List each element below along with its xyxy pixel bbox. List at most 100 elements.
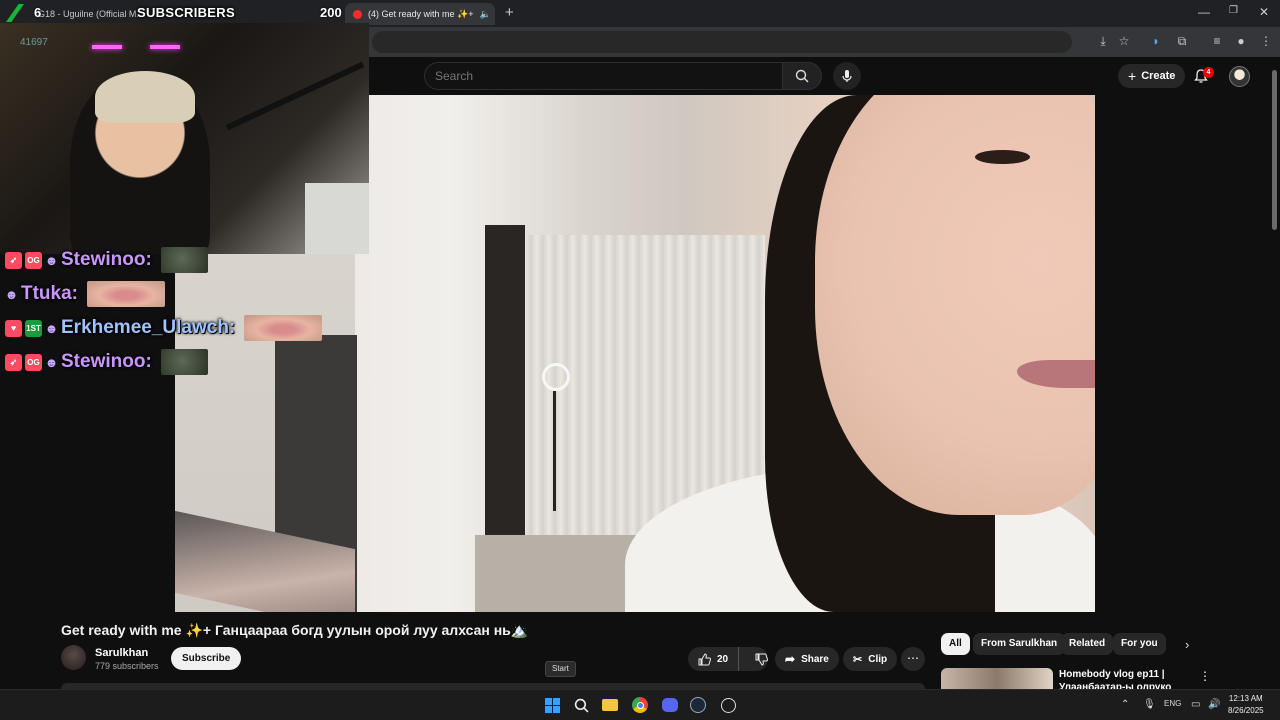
chat-username: Erkhemee_Ulawch: [61,317,236,338]
tab-label: (4) Get ready with me ✨+ [368,8,474,19]
scrollbar-thumb[interactable] [1272,70,1277,230]
tray-microphone-icon[interactable]: 🎙 [1143,699,1156,710]
video-ring-light [542,363,570,391]
clock-date: 8/26/2025 [1228,706,1264,715]
windows-logo-icon [544,697,560,713]
chat-username: Stewinoo: [61,351,152,372]
chat-username: Stewinoo: [61,249,152,270]
neon-light [150,45,180,49]
minimize-button[interactable]: — [1198,5,1210,19]
extensions-puzzle-icon[interactable]: ⧉ [1174,33,1190,49]
tray-chevron-icon[interactable]: ⌃ [1121,699,1129,710]
chrome-icon[interactable] [630,695,650,715]
tab-youtube-video[interactable]: (4) Get ready with me ✨+ 🔈 ✕ [345,3,495,25]
chip-related[interactable]: Related [1061,633,1114,655]
streamer-webcam: 41697 [0,23,369,254]
neon-light [92,45,122,49]
viewer-count: 41697 [20,37,48,48]
recommendation-title[interactable]: Homebody vlog ep11 | Улаанбаатар-ы олрук… [1059,668,1189,690]
share-label: Share [801,653,829,665]
file-explorer-icon[interactable] [600,695,620,715]
voice-search-button[interactable] [833,62,861,90]
like-dislike-group: 20 [688,647,769,671]
chat-message: ➶ OG ☻ Stewinoo: [5,349,208,375]
search-icon [574,698,588,712]
channel-name[interactable]: Sarulkhan [95,647,148,659]
search-input[interactable] [424,62,782,90]
windows-taskbar: ⌃ 🎙 ENG ▭ 🔊 12:13 AM 8/26/2025 [0,689,1280,720]
create-label: Create [1141,70,1176,82]
screen: G18 - Uguilne (Official M... (4) Get rea… [0,0,1280,720]
profile-icon[interactable]: ● [1233,33,1249,49]
system-clock[interactable]: 12:13 AM 8/26/2025 [1228,693,1264,717]
start-tooltip: Start [545,661,576,677]
recommendation-menu-icon[interactable]: ⋮ [1199,669,1211,683]
install-app-icon[interactable]: ⤓ [1095,33,1111,49]
video-face [815,95,1095,515]
create-button[interactable]: + Create [1118,64,1186,88]
close-window-button[interactable]: ✕ [1259,5,1269,19]
more-actions-button[interactable]: ⋯ [901,647,925,671]
cat-badge-icon: ☻ [44,320,59,336]
clip-button[interactable]: ✂ Clip [843,647,898,671]
sub-goal-target: 200 [320,5,342,20]
steam-icon[interactable] [688,695,708,715]
rocket-badge-icon: ➶ [5,251,22,269]
mic-arm [225,61,365,131]
page-scrollbar[interactable] [1270,60,1278,688]
account-avatar[interactable] [1229,66,1250,87]
frog-emote [160,247,208,273]
volume-icon[interactable]: 🔊 [1208,699,1220,710]
youtube-favicon-icon [353,9,362,19]
network-icon[interactable]: ▭ [1191,699,1200,710]
restore-button[interactable]: ❐ [1229,5,1238,16]
like-count: 20 [717,653,729,665]
chip-all[interactable]: All [941,633,970,655]
tab-audio-icon[interactable]: 🔈 [480,9,491,20]
cat-badge-icon: ☻ [4,286,19,302]
air-purifier [305,183,369,254]
cat-badge-icon: ☻ [44,252,59,268]
sub-goal-bar: 6 SUBSCRIBERS 200 [0,4,345,22]
chat-message: ➶ OG ☻ Stewinoo: [5,247,208,273]
new-tab-button[interactable]: + [505,4,514,21]
discord-icon[interactable] [660,695,680,715]
lips-emote [244,315,323,341]
dislike-button[interactable] [745,647,778,671]
chat-message: ♥ 1ST ☻ Erkhemee_Ulawch: [5,315,323,341]
search-icon [795,69,809,83]
like-button[interactable]: 20 [688,647,740,671]
og-badge: OG [25,251,42,269]
chip-from-channel[interactable]: From Sarulkhan [973,633,1066,655]
sub-goal-progress-icon [6,4,24,22]
extension-audio-icon[interactable]: ◗ [1148,33,1164,49]
app-icon[interactable] [718,695,738,715]
chip-for-you[interactable]: For you [1113,633,1166,655]
bookmark-star-icon[interactable]: ☆ [1116,33,1132,49]
language-indicator[interactable]: ENG [1164,699,1181,708]
browser-menu-icon[interactable]: ⋮ [1258,33,1274,49]
share-button[interactable]: ➦ Share [775,647,839,671]
channel-avatar[interactable] [61,645,86,670]
share-arrow-icon: ➦ [785,652,796,666]
thumbs-down-icon [755,653,769,666]
address-bar[interactable] [372,31,1072,53]
recommendation-thumbnail[interactable] [941,668,1053,690]
more-dots-icon: ⋯ [907,651,919,665]
og-badge: OG [25,353,42,371]
chevron-right-icon[interactable]: › [1185,637,1189,652]
media-controls-icon[interactable]: ≡ [1209,33,1225,49]
subscribe-button[interactable]: Subscribe [171,647,242,670]
microphone-icon [842,70,852,82]
notification-count-badge: 4 [1203,67,1214,78]
search-button[interactable] [782,62,822,90]
taskbar-search-button[interactable] [571,695,591,715]
plus-icon: + [1128,68,1137,84]
tier-badge: 1ST [25,319,42,337]
sub-goal-current: 6 [34,5,42,20]
heart-badge-icon: ♥ [5,319,22,337]
start-button[interactable] [542,695,562,715]
cat-badge-icon: ☻ [44,354,59,370]
sub-goal-label: SUBSCRIBERS [137,5,235,20]
video-eye [975,150,1030,164]
